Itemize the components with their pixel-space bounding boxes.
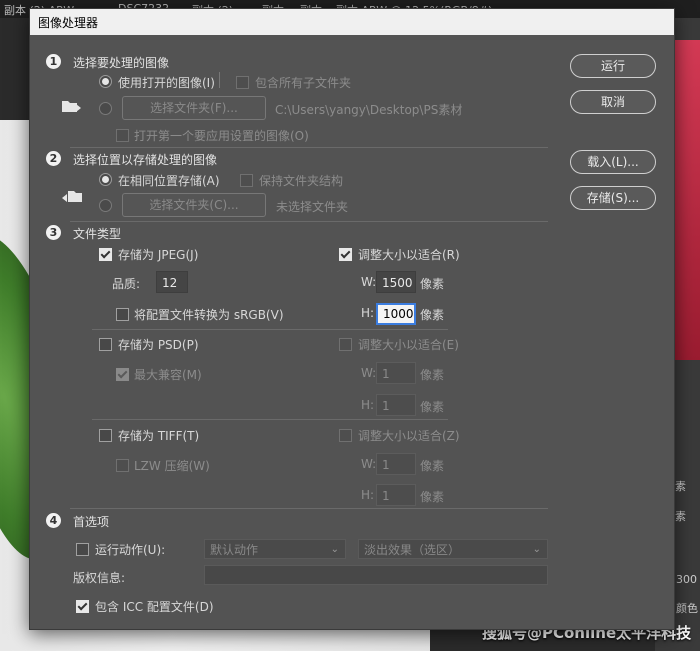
lzw-compression-label: LZW 压缩(W) (134, 459, 210, 473)
section-title: 选择要处理的图像 (73, 56, 170, 70)
width-label: W: (361, 275, 377, 289)
step-number: 1 (46, 54, 61, 69)
psd-resize-label: 调整大小以适合(E) (358, 338, 459, 352)
chevron-down-icon: ⌄ (330, 544, 339, 555)
action-set-value: 默认动作 (210, 543, 259, 557)
include-icc-checkbox[interactable] (76, 600, 89, 613)
load-button[interactable]: 载入(L)... (570, 150, 656, 174)
jpeg-resize-checkbox[interactable] (339, 248, 352, 261)
select-source-folder-button[interactable]: 选择文件夹(F)... (122, 96, 266, 120)
convert-srgb-label: 将配置文件转换为 sRGB(V) (134, 308, 284, 322)
source-path: C:\Users\yangy\Desktop\PS素材 (275, 103, 463, 117)
dialog-title: 图像处理器 (38, 16, 99, 30)
save-tiff-checkbox[interactable] (99, 429, 112, 442)
save-jpeg-checkbox[interactable] (99, 248, 112, 261)
separator (92, 419, 448, 420)
keep-structure-label: 保持文件夹结构 (259, 174, 344, 188)
action-value: 淡出效果（选区） (364, 543, 461, 557)
action-select[interactable]: 淡出效果（选区） ⌄ (358, 539, 548, 559)
psd-width-input[interactable]: 1 (376, 362, 416, 384)
run-action-label: 运行动作(U): (95, 543, 166, 557)
convert-srgb-checkbox[interactable] (116, 308, 129, 321)
width-unit: 像素 (420, 368, 445, 382)
jpeg-height-input[interactable]: 1000 (376, 303, 416, 325)
tiff-resize-checkbox[interactable] (339, 429, 352, 442)
section-title: 选择位置以存储处理的图像 (73, 153, 218, 167)
tiff-resize-label: 调整大小以适合(Z) (358, 429, 460, 443)
jpeg-quality-input[interactable]: 12 (156, 271, 188, 293)
same-location-radio[interactable] (99, 173, 112, 186)
save-psd-checkbox[interactable] (99, 338, 112, 351)
panel-text: 300 (676, 573, 697, 586)
separator (70, 147, 548, 148)
select-destination-folder-button[interactable]: 选择文件夹(C)... (122, 193, 266, 217)
same-location-label: 在相同位置存储(A) (118, 174, 220, 188)
jpeg-width-input[interactable]: 1500 (376, 271, 416, 293)
run-action-checkbox[interactable] (76, 543, 89, 556)
select-destination-radio[interactable] (99, 199, 112, 212)
height-unit: 像素 (420, 490, 445, 504)
select-folder-radio[interactable] (99, 102, 112, 115)
width-unit: 像素 (420, 459, 445, 473)
destination-path: 未选择文件夹 (276, 200, 349, 214)
copyright-label: 版权信息: (73, 571, 126, 585)
dialog-titlebar: 图像处理器 (30, 9, 674, 35)
height-unit: 像素 (420, 400, 445, 414)
lzw-compression-checkbox[interactable] (116, 459, 129, 472)
include-icc-label: 包含 ICC 配置文件(D) (95, 600, 214, 614)
separator (70, 508, 548, 509)
separator (70, 221, 548, 222)
save-settings-button[interactable]: 存储(S)... (570, 186, 656, 210)
tiff-height-input[interactable]: 1 (376, 484, 416, 506)
maximize-compat-label: 最大兼容(M) (134, 368, 202, 382)
width-unit: 像素 (420, 277, 445, 291)
include-subfolders-label: 包含所有子文件夹 (255, 76, 352, 90)
save-jpeg-label: 存储为 JPEG(J) (118, 248, 199, 262)
height-label: H: (361, 488, 375, 502)
tiff-width-input[interactable]: 1 (376, 453, 416, 475)
use-open-images-radio[interactable] (99, 75, 112, 88)
chevron-down-icon: ⌄ (532, 544, 541, 555)
keep-structure-checkbox[interactable] (240, 174, 253, 187)
include-subfolders-checkbox[interactable] (236, 76, 249, 89)
psd-resize-checkbox[interactable] (339, 338, 352, 351)
folder-arrow-icon (62, 101, 81, 112)
height-label: H: (361, 306, 375, 320)
use-open-images-label: 使用打开的图像(I) (118, 76, 215, 90)
copyright-input[interactable] (204, 565, 548, 585)
panel-text: 颜色 (676, 602, 698, 615)
height-label: H: (361, 398, 375, 412)
action-set-select[interactable]: 默认动作 ⌄ (204, 539, 346, 559)
run-button[interactable]: 运行 (570, 54, 656, 78)
separator (92, 329, 448, 330)
panel-text: 素 (675, 510, 686, 523)
folder-arrow-icon (62, 191, 82, 202)
divider (219, 72, 220, 88)
color-swatch (675, 40, 700, 360)
section-title: 首选项 (73, 515, 110, 529)
panel-text: 素 (675, 480, 686, 493)
step-number: 3 (46, 225, 61, 240)
open-first-image-checkbox[interactable] (116, 129, 129, 142)
open-first-image-label: 打开第一个要应用设置的图像(O) (134, 129, 309, 143)
width-label: W: (361, 457, 377, 471)
save-tiff-label: 存储为 TIFF(T) (118, 429, 200, 443)
image-processor-dialog: 图像处理器 运行 取消 载入(L)... 存储(S)... 1 选择要处理的图像… (29, 8, 675, 630)
psd-height-input[interactable]: 1 (376, 394, 416, 416)
quality-label: 品质: (112, 277, 141, 291)
save-psd-label: 存储为 PSD(P) (118, 338, 199, 352)
height-unit: 像素 (420, 308, 445, 322)
maximize-compat-checkbox[interactable] (116, 368, 129, 381)
step-number: 4 (46, 513, 61, 528)
step-number: 2 (46, 151, 61, 166)
width-label: W: (361, 366, 377, 380)
jpeg-resize-label: 调整大小以适合(R) (358, 248, 460, 262)
section-title: 文件类型 (73, 227, 122, 241)
cancel-button[interactable]: 取消 (570, 90, 656, 114)
